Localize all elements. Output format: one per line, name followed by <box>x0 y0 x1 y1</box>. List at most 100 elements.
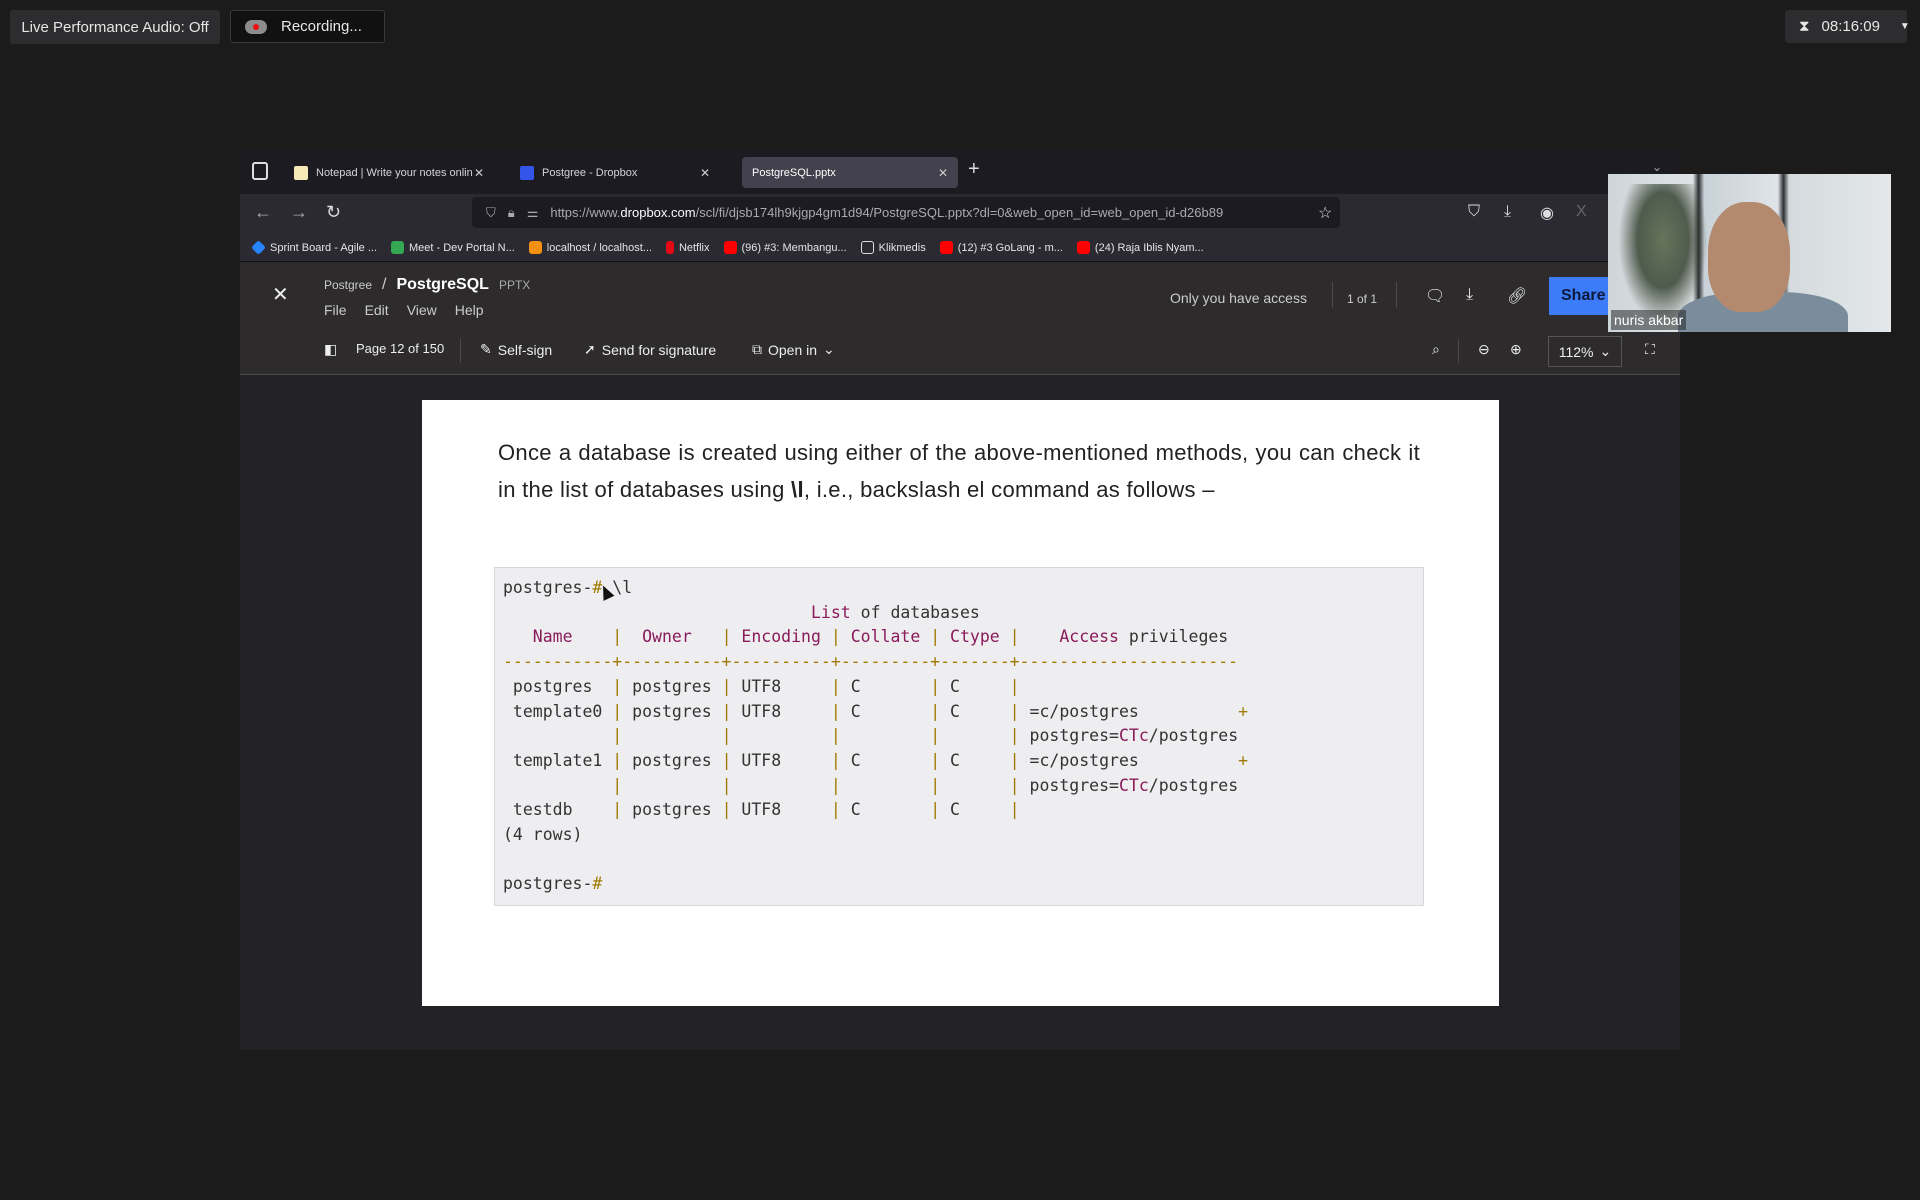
page-indicator: Page 12 of 150 <box>356 341 445 356</box>
open-in-button[interactable]: ⧉ Open in ⌄ <box>752 341 835 358</box>
divider <box>460 339 461 363</box>
recording-label: Recording... <box>281 18 362 35</box>
browser-window: Notepad | Write your notes onlin ✕ Postg… <box>240 150 1680 1050</box>
dropbox-icon <box>520 165 534 180</box>
recording-indicator[interactable]: Recording... <box>230 10 385 43</box>
zoom-out-icon[interactable]: ⊖ <box>1478 341 1490 358</box>
fullscreen-icon[interactable]: ⛶ <box>1645 341 1655 358</box>
bookmark-item[interactable]: (96) #3: Membangu... <box>723 241 847 254</box>
close-tab-icon[interactable]: ✕ <box>474 166 484 180</box>
caret-down-icon[interactable]: ▼ <box>1900 21 1910 32</box>
sidebar-toggle-icon[interactable]: ◧ <box>324 341 337 358</box>
menu-edit[interactable]: Edit <box>365 302 389 318</box>
lock-icon[interactable]: 🔒︎ <box>508 205 515 221</box>
divider <box>1332 282 1333 308</box>
account-icon[interactable]: ◉ <box>1540 203 1554 223</box>
table-title: List of databases <box>810 602 980 622</box>
forward-button[interactable]: → <box>290 202 308 223</box>
folder-icon <box>860 241 874 254</box>
reload-button[interactable]: ↻ <box>326 202 341 223</box>
zoom-in-icon[interactable]: ⊕ <box>1510 341 1522 358</box>
notepad-icon <box>294 165 308 180</box>
send-for-signature-button[interactable]: ➚ Send for signature <box>584 341 716 358</box>
participant-name: nuris akbar <box>1611 310 1687 330</box>
divider <box>1458 339 1459 363</box>
self-sign-button[interactable]: ✎ Self-sign <box>480 341 552 358</box>
menu-view[interactable]: View <box>407 302 437 318</box>
close-icon[interactable]: ✕ <box>272 282 289 307</box>
pocket-icon[interactable]: ⛉ <box>1468 203 1480 221</box>
chevron-down-icon: ⌄ <box>823 341 835 357</box>
tab-label: Postgree - Dropbox <box>542 166 638 179</box>
zoom-level-select[interactable]: 112% ⌄ <box>1548 336 1622 367</box>
bookmark-item[interactable]: Netflix <box>665 241 710 254</box>
recording-cloud-icon <box>245 19 267 34</box>
participant-head <box>1708 202 1790 312</box>
close-tab-icon[interactable]: ✕ <box>700 166 710 180</box>
slide-page: Once a database is created using either … <box>422 400 1499 1006</box>
slide-canvas: Once a database is created using either … <box>240 376 1680 1050</box>
bookmark-item[interactable]: (12) #3 GoLang - m... <box>939 241 1063 254</box>
url-bar[interactable]: ⛉ 🔒︎ ⚌ https://www.dropbox.com/scl/fi/dj… <box>472 197 1340 228</box>
webcam-video[interactable]: nuris akbar <box>1608 174 1891 332</box>
permissions-icon[interactable]: ⚌ <box>527 205 539 221</box>
bookmark-item[interactable]: Klikmedis <box>860 241 926 254</box>
table-row: postgres | postgres | UTF8 | C | C | <box>503 676 1020 696</box>
download-icon[interactable]: ⤓ <box>1466 286 1473 304</box>
download-icon[interactable]: ⤓ <box>1504 203 1511 221</box>
bookmark-item[interactable]: Sprint Board - Agile ... <box>251 240 377 255</box>
live-audio-label: Live Performance Audio: Off <box>21 18 209 36</box>
table-row: testdb | postgres | UTF8 | C | C | <box>503 800 1020 820</box>
phpmyadmin-icon <box>528 241 542 254</box>
table-row: template1 | postgres | UTF8 | C | C | =c… <box>503 750 1249 770</box>
bookmark-item[interactable]: Meet - Dev Portal N... <box>391 241 515 254</box>
breadcrumb-folder[interactable]: Postgree <box>324 278 372 292</box>
youtube-icon <box>1076 241 1090 254</box>
search-icon[interactable]: ⌕ <box>1432 341 1440 358</box>
live-performance-audio-button[interactable]: Live Performance Audio: Off <box>10 10 220 44</box>
hourglass-icon: ⧗ <box>1799 18 1810 35</box>
url-text[interactable]: https://www.dropbox.com/scl/fi/djsb174lh… <box>550 205 1223 220</box>
version-indicator[interactable]: 1 of 1 <box>1347 292 1377 306</box>
timer-value: 08:16:09 <box>1821 18 1880 35</box>
external-link-icon: ⧉ <box>752 341 762 357</box>
pen-icon: ✎ <box>480 341 492 357</box>
row-count: (4 rows) <box>503 825 583 845</box>
netflix-icon <box>665 241 674 254</box>
jira-icon <box>251 240 266 255</box>
timer-widget[interactable]: ⧗ 08:16:09 ▼ <box>1785 10 1910 43</box>
meet-icon <box>391 241 404 254</box>
youtube-icon <box>939 241 953 254</box>
tab-label: PostgreSQL.pptx <box>752 166 836 179</box>
bookmark-item[interactable]: (24) Raja Iblis Nyam... <box>1076 241 1204 254</box>
table-header: Name | Owner | Encoding | Collate | Ctyp… <box>503 627 1229 647</box>
menu-file[interactable]: File <box>324 302 347 318</box>
viewer-menu: File Edit View Help <box>324 302 484 318</box>
breadcrumb-separator: / <box>382 276 387 293</box>
youtube-icon <box>723 241 737 254</box>
extension-icon[interactable]: X <box>1576 203 1587 221</box>
list-tabs-icon[interactable]: ⌄ <box>1652 160 1662 174</box>
slide-paragraph: Once a database is created using either … <box>498 440 1420 502</box>
file-extension: PPTX <box>498 278 531 292</box>
tab-list-icon[interactable] <box>252 162 268 180</box>
tab-notepad[interactable]: Notepad | Write your notes onlin ✕ <box>284 157 494 188</box>
dropbox-file-viewer: ✕ Postgree / PostgreSQL PPTX File Edit V… <box>240 262 1680 1050</box>
new-tab-button[interactable]: + <box>968 158 980 181</box>
tab-label: Notepad | Write your notes onlin <box>316 166 473 179</box>
menu-help[interactable]: Help <box>455 302 484 318</box>
tab-postgresql-pptx[interactable]: PostgreSQL.pptx ✕ <box>742 157 958 188</box>
link-icon[interactable]: 🔗︎ <box>1507 286 1527 306</box>
chevron-down-icon: ⌄ <box>1599 343 1612 359</box>
navigation-bar: ← → ↻ ⛉ 🔒︎ ⚌ https://www.dropbox.com/scl… <box>240 194 1680 234</box>
comment-icon[interactable]: 🗨︎ <box>1425 286 1445 306</box>
code-block: postgres-# \l List of databases Name | O… <box>494 567 1424 906</box>
shield-icon[interactable]: ⛉ <box>486 205 496 221</box>
tab-dropbox[interactable]: Postgree - Dropbox ✕ <box>510 157 720 188</box>
back-button[interactable]: ← <box>254 202 272 223</box>
close-tab-icon[interactable]: ✕ <box>938 166 948 180</box>
bookmark-item[interactable]: localhost / localhost... <box>528 241 652 254</box>
access-status[interactable]: Only you have access <box>1170 290 1307 306</box>
breadcrumb: Postgree / PostgreSQL PPTX <box>324 276 530 294</box>
bookmark-star-icon[interactable]: ☆ <box>1318 203 1332 223</box>
